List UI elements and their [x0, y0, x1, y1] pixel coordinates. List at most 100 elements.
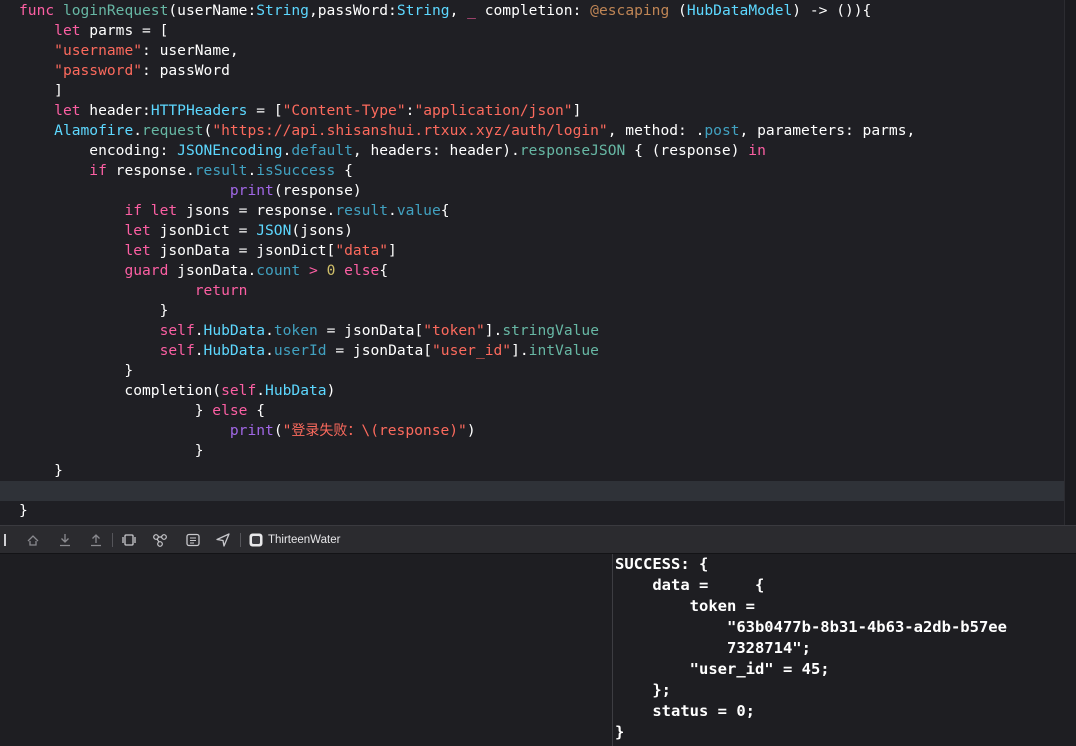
code-line[interactable]: guard jsonData.count > 0 else{ — [19, 261, 388, 281]
code-line[interactable]: } — [19, 441, 204, 461]
code-line[interactable]: if response.result.isSuccess { — [19, 161, 353, 181]
code-line[interactable]: print("登录失败：\(response)") — [19, 421, 476, 441]
console-line: data = { — [615, 576, 765, 594]
code-token: "Content-Type" — [282, 102, 406, 119]
code-token: \(response)" — [361, 422, 467, 439]
code-token: , — [449, 2, 468, 19]
code-line[interactable]: return — [19, 281, 248, 301]
code-token: responseJSON — [519, 142, 626, 159]
code-token: . — [256, 382, 266, 399]
code-token: result — [335, 202, 389, 219]
code-line[interactable]: let parms = [ — [19, 21, 168, 41]
step-out-icon[interactable] — [87, 532, 105, 548]
location-icon[interactable] — [214, 532, 232, 548]
memory-graph-icon[interactable] — [152, 532, 170, 548]
code-token: JSON — [256, 222, 292, 239]
code-line[interactable]: "username": userName, — [19, 41, 239, 61]
code-line[interactable]: encoding: JSONEncoding.default, headers:… — [19, 141, 766, 161]
code-token: completion: — [475, 2, 591, 19]
app-icon — [248, 532, 264, 548]
code-token: . — [194, 342, 204, 359]
code-token: { — [335, 162, 353, 179]
code-line[interactable]: let header:HTTPHeaders = ["Content-Type"… — [19, 101, 581, 121]
console-line: 7328714"; — [615, 639, 811, 657]
code-token: value — [396, 202, 441, 219]
code-line[interactable]: } — [19, 461, 63, 481]
code-editor[interactable]: func loginRequest(userName:String,passWo… — [0, 0, 1064, 525]
code-token: String — [256, 2, 309, 19]
code-token: (response) — [273, 182, 362, 199]
code-line[interactable]: if let jsons = response.result.value{ — [19, 201, 450, 221]
code-line[interactable]: } — [19, 301, 169, 321]
console-output[interactable]: SUCCESS: { data = { token = "63b0477b-8b… — [613, 554, 1076, 746]
code-token: parms = [ — [80, 22, 169, 39]
code-token: (jsons) — [291, 222, 353, 239]
code-token: 登录失败： — [291, 423, 362, 439]
environment-icon[interactable] — [184, 532, 202, 548]
code-token: userId — [273, 342, 327, 359]
code-line[interactable]: completion(self.HubData) — [19, 381, 335, 401]
code-line[interactable]: ] — [19, 81, 63, 101]
code-token: response. — [106, 162, 195, 179]
code-token: @escaping — [590, 2, 670, 19]
code-token: = jsonData[ — [317, 322, 424, 339]
code-token: String — [396, 2, 450, 19]
code-token: Alamofire — [54, 122, 134, 139]
code-token: > — [308, 262, 318, 279]
code-line[interactable]: Alamofire.request("https://api.shisanshu… — [19, 121, 915, 141]
code-line[interactable]: let jsonData = jsonDict["data"] — [19, 241, 396, 261]
code-token: isSuccess — [256, 162, 336, 179]
code-token: post — [704, 122, 740, 139]
toolbar-separator — [240, 533, 241, 547]
code-line[interactable]: let jsonDict = JSON(jsons) — [19, 221, 353, 241]
code-token: . — [265, 342, 274, 359]
code-token: . — [265, 322, 274, 339]
editor-scrollbar[interactable] — [1064, 0, 1076, 525]
code-token: ( — [669, 2, 687, 19]
code-token: (userName: — [168, 2, 257, 19]
code-token: jsonData = jsonDict[ — [150, 242, 336, 259]
code-token: : passWord — [142, 62, 230, 79]
code-token: default — [291, 142, 353, 159]
code-token: HTTPHeaders — [150, 102, 248, 119]
code-token: return — [194, 282, 248, 299]
code-line[interactable]: print(response) — [19, 181, 362, 201]
code-token: func — [19, 2, 63, 19]
view-hierarchy-icon[interactable] — [120, 532, 138, 548]
sidebar-toggle-icon[interactable] — [0, 532, 10, 548]
step-over-icon[interactable] — [56, 532, 74, 548]
console-line: status = 0; — [615, 702, 755, 720]
code-line[interactable]: } — [19, 501, 28, 521]
code-line[interactable]: } else { — [19, 401, 265, 421]
code-token: intValue — [528, 342, 599, 359]
console-line: }; — [615, 681, 671, 699]
code-token: { — [247, 402, 266, 419]
continue-icon[interactable] — [24, 532, 42, 548]
variables-view[interactable] — [0, 554, 612, 746]
scheme-name[interactable]: ThirteenWater — [268, 533, 340, 547]
console-line: "63b0477b-8b31-4b63-a2db-b57ee — [615, 618, 1007, 636]
code-token: ) — [326, 382, 336, 399]
code-token: ,passWord: — [308, 2, 397, 19]
code-line[interactable]: func loginRequest(userName:String,passWo… — [19, 1, 871, 21]
code-line[interactable] — [0, 481, 1064, 501]
code-token: { — [440, 202, 450, 219]
code-token: . — [133, 122, 143, 139]
code-line[interactable]: self.HubData.token = jsonData["token"].s… — [19, 321, 599, 341]
code-line[interactable]: } — [19, 361, 133, 381]
code-line[interactable]: self.HubData.userId = jsonData["user_id"… — [19, 341, 599, 361]
code-token: print — [229, 422, 274, 439]
code-token: in — [748, 142, 766, 159]
code-token: request — [142, 122, 204, 139]
code-line[interactable]: "password": passWord — [19, 61, 230, 81]
code-token: encoding: — [19, 142, 178, 159]
